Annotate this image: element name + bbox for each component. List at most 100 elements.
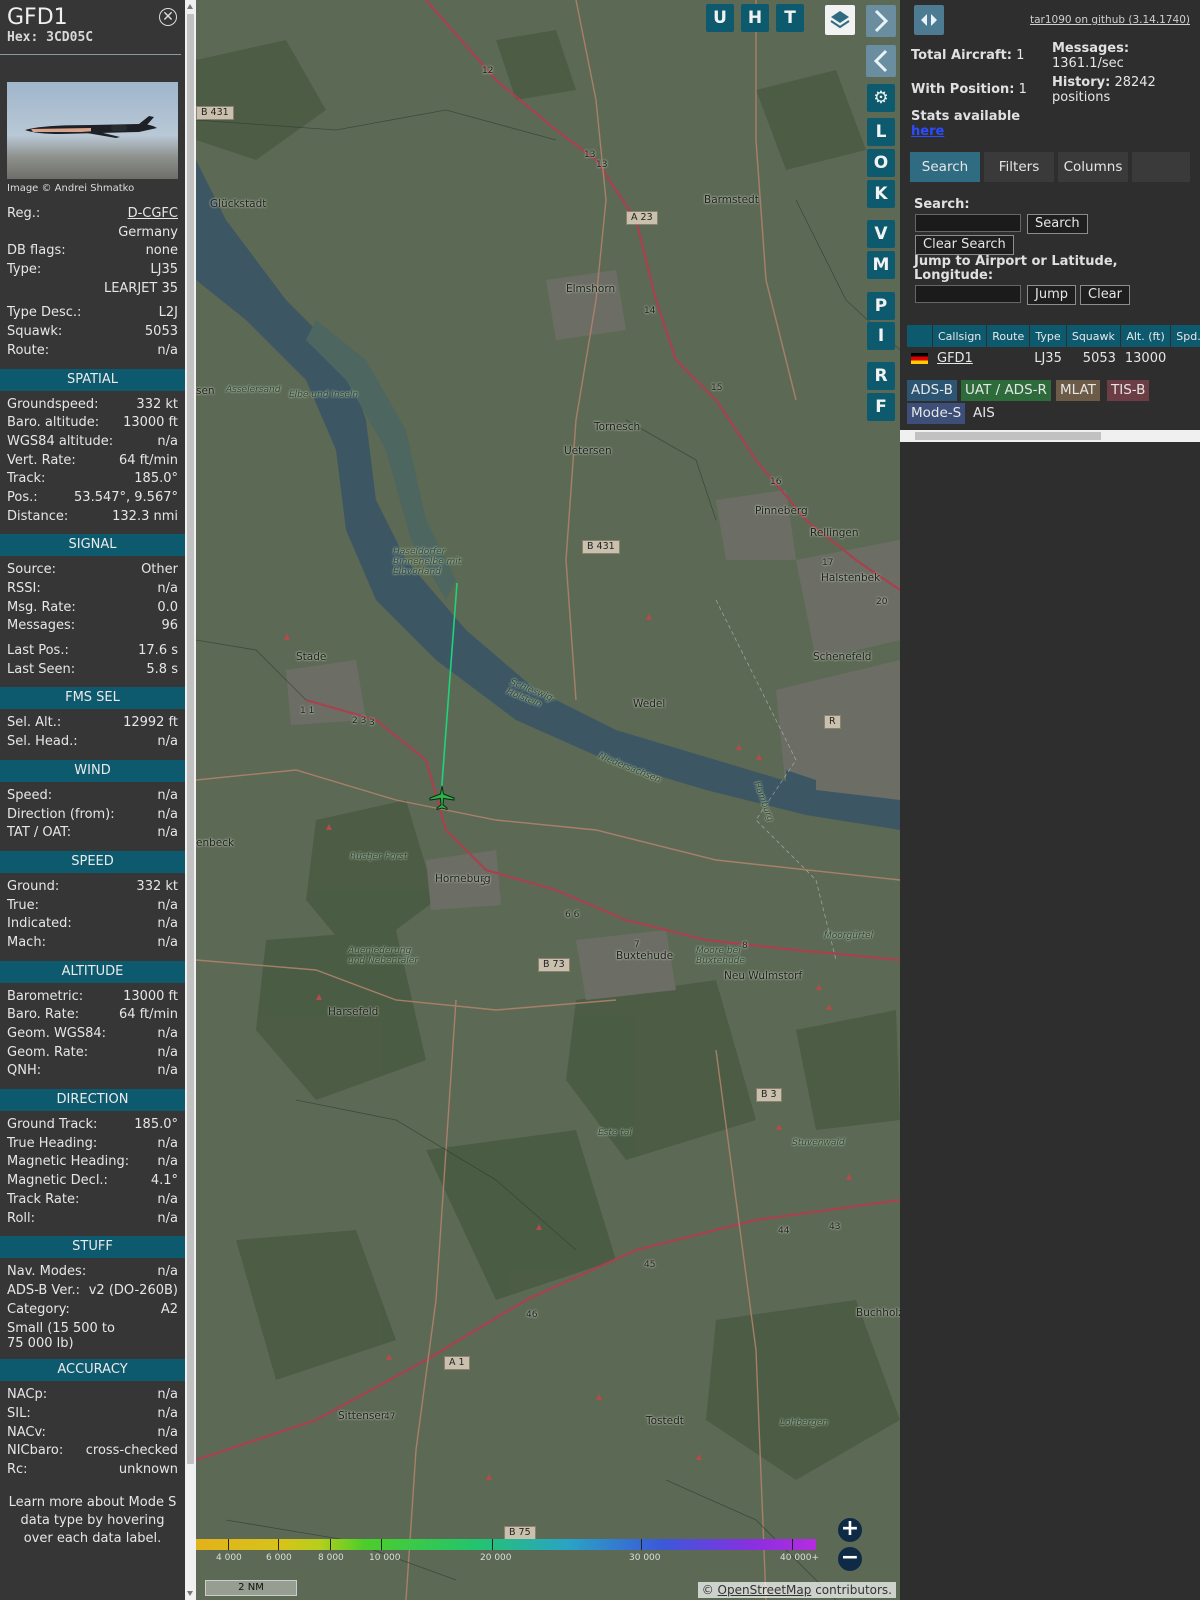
info-label[interactable]: Magnetic Decl.: [7, 1172, 108, 1191]
settings-gear-icon[interactable]: ⚙ [867, 84, 895, 112]
legend-ais[interactable]: AIS [969, 403, 999, 424]
col-route[interactable]: Route [987, 325, 1030, 347]
close-icon[interactable]: ✕ [159, 8, 177, 26]
reg-row: Reg.: D-CGFC [0, 205, 185, 224]
info-value: 332 kt [136, 396, 178, 412]
info-label[interactable]: Track Rate: [7, 1191, 79, 1210]
legend-tisb[interactable]: TIS-B [1107, 380, 1150, 401]
info-label[interactable]: Geom. Rate: [7, 1044, 88, 1063]
info-label[interactable]: Messages: [7, 617, 75, 636]
map-button-i[interactable]: I [867, 322, 895, 350]
zoom-out-icon[interactable]: − [838, 1547, 862, 1571]
info-label[interactable]: NACp: [7, 1386, 47, 1405]
info-label[interactable]: Distance: [7, 508, 68, 527]
info-label[interactable]: Mach: [7, 934, 46, 953]
jump-button[interactable]: Jump [1027, 285, 1076, 305]
info-label[interactable]: Nav. Modes: [7, 1263, 86, 1282]
info-label[interactable]: TAT / OAT: [7, 824, 71, 843]
info-label[interactable]: Magnetic Heading: [7, 1153, 129, 1172]
map-button-u[interactable]: U [706, 4, 734, 32]
layers-icon[interactable] [825, 5, 855, 35]
info-label[interactable]: Ground Track: [7, 1116, 97, 1135]
map-button-h[interactable]: H [741, 4, 769, 32]
info-label[interactable]: QNH: [7, 1062, 41, 1081]
left-scrollbar[interactable] [185, 0, 196, 1600]
info-label[interactable]: ADS-B Ver.: [7, 1282, 80, 1301]
info-label[interactable]: Ground: [7, 878, 59, 897]
col-callsign[interactable]: Callsign [933, 325, 987, 347]
hscroll-thumb[interactable] [915, 432, 1101, 440]
info-row: Nav. Modes: n/a [0, 1263, 185, 1282]
stats-link[interactable]: here [911, 124, 944, 139]
col-squawk[interactable]: Squawk [1066, 325, 1120, 347]
map-button-o[interactable]: O [867, 149, 895, 177]
aircraft-icon[interactable] [428, 784, 456, 812]
info-label[interactable]: RSSI: [7, 580, 41, 599]
osm-link[interactable]: OpenStreetMap [718, 1583, 812, 1597]
github-link[interactable]: tar1090 on github (3.14.1740) [1030, 14, 1190, 26]
jump-input[interactable] [915, 285, 1021, 303]
map-button-f[interactable]: F [867, 393, 895, 421]
info-label[interactable]: Direction (from): [7, 806, 115, 825]
map-button-v[interactable]: V [867, 220, 895, 248]
reg-link[interactable]: D-CGFC [128, 206, 178, 221]
chevron-right-icon[interactable] [866, 5, 896, 37]
info-label[interactable]: Last Seen: [7, 661, 75, 680]
expand-horizontal-icon[interactable] [914, 5, 944, 35]
tab-search[interactable]: Search [910, 152, 980, 182]
col-alt[interactable]: Alt. (ft) [1120, 325, 1171, 347]
info-label[interactable]: Baro. Rate: [7, 1006, 79, 1025]
map-button-m[interactable]: M [867, 251, 895, 279]
info-label[interactable]: Barometric: [7, 988, 83, 1007]
info-label[interactable]: Rc: [7, 1461, 28, 1480]
aircraft-photo[interactable] [7, 82, 178, 179]
info-label[interactable]: Msg. Rate: [7, 599, 76, 618]
table-row[interactable]: GFD1 LJ35 5053 13000 [907, 348, 1200, 368]
info-label[interactable]: Track: [7, 470, 45, 489]
info-label[interactable]: Sel. Alt.: [7, 714, 61, 733]
info-label[interactable]: True Heading: [7, 1135, 97, 1154]
info-label[interactable]: Geom. WGS84: [7, 1025, 106, 1044]
scroll-thumb[interactable] [187, 14, 194, 1464]
table-hscrollbar[interactable] [900, 430, 1200, 442]
info-label[interactable]: Baro. altitude: [7, 414, 99, 433]
info-label[interactable]: WGS84 altitude: [7, 433, 113, 452]
info-label[interactable]: NICbaro: [7, 1442, 63, 1461]
info-label[interactable]: Roll: [7, 1210, 35, 1229]
search-button[interactable]: Search [1027, 214, 1088, 234]
col-type[interactable]: Type [1030, 325, 1066, 347]
row-callsign[interactable]: GFD1 [937, 351, 973, 366]
info-label[interactable]: Pos.: [7, 489, 38, 508]
map-button-l[interactable]: L [867, 118, 895, 146]
clear-search-button[interactable]: Clear Search [915, 235, 1014, 255]
info-label[interactable]: True: [7, 897, 39, 916]
map-button-r[interactable]: R [867, 362, 895, 390]
map-label: Este tal [598, 1128, 632, 1138]
info-label[interactable]: Speed: [7, 787, 52, 806]
tab-filters[interactable]: Filters [984, 152, 1054, 182]
map-area[interactable]: Glückstadt Barmstedt Elmshorn Tornesch Ueter… [196, 0, 900, 1600]
legend-modes[interactable]: Mode-S [907, 403, 966, 424]
info-label[interactable]: Indicated: [7, 915, 72, 934]
road-shield: A 1 [444, 1356, 470, 1370]
col-spd[interactable]: Spd. [1171, 325, 1200, 347]
legend-adsb[interactable]: ADS-B [907, 380, 957, 401]
tab-columns[interactable]: Columns [1058, 152, 1128, 182]
info-label[interactable]: Source: [7, 561, 56, 580]
clear-button[interactable]: Clear [1080, 285, 1130, 305]
info-label[interactable]: Groundspeed: [7, 396, 98, 415]
info-label[interactable]: Last Pos.: [7, 642, 69, 661]
info-label[interactable]: Vert. Rate: [7, 452, 76, 471]
map-button-k[interactable]: K [867, 180, 895, 208]
chevron-left-icon[interactable] [866, 45, 896, 77]
info-label[interactable]: Sel. Head.: [7, 733, 78, 752]
info-label[interactable]: Category: [7, 1301, 70, 1320]
map-button-t[interactable]: T [776, 4, 804, 32]
zoom-in-icon[interactable]: + [838, 1518, 862, 1542]
map-button-p[interactable]: P [867, 292, 895, 320]
search-input[interactable] [915, 214, 1021, 232]
info-label[interactable]: NACv: [7, 1424, 46, 1443]
info-label[interactable]: SIL: [7, 1405, 31, 1424]
legend-mlat[interactable]: MLAT [1056, 380, 1100, 401]
legend-uat[interactable]: UAT / ADS-R [961, 380, 1051, 401]
